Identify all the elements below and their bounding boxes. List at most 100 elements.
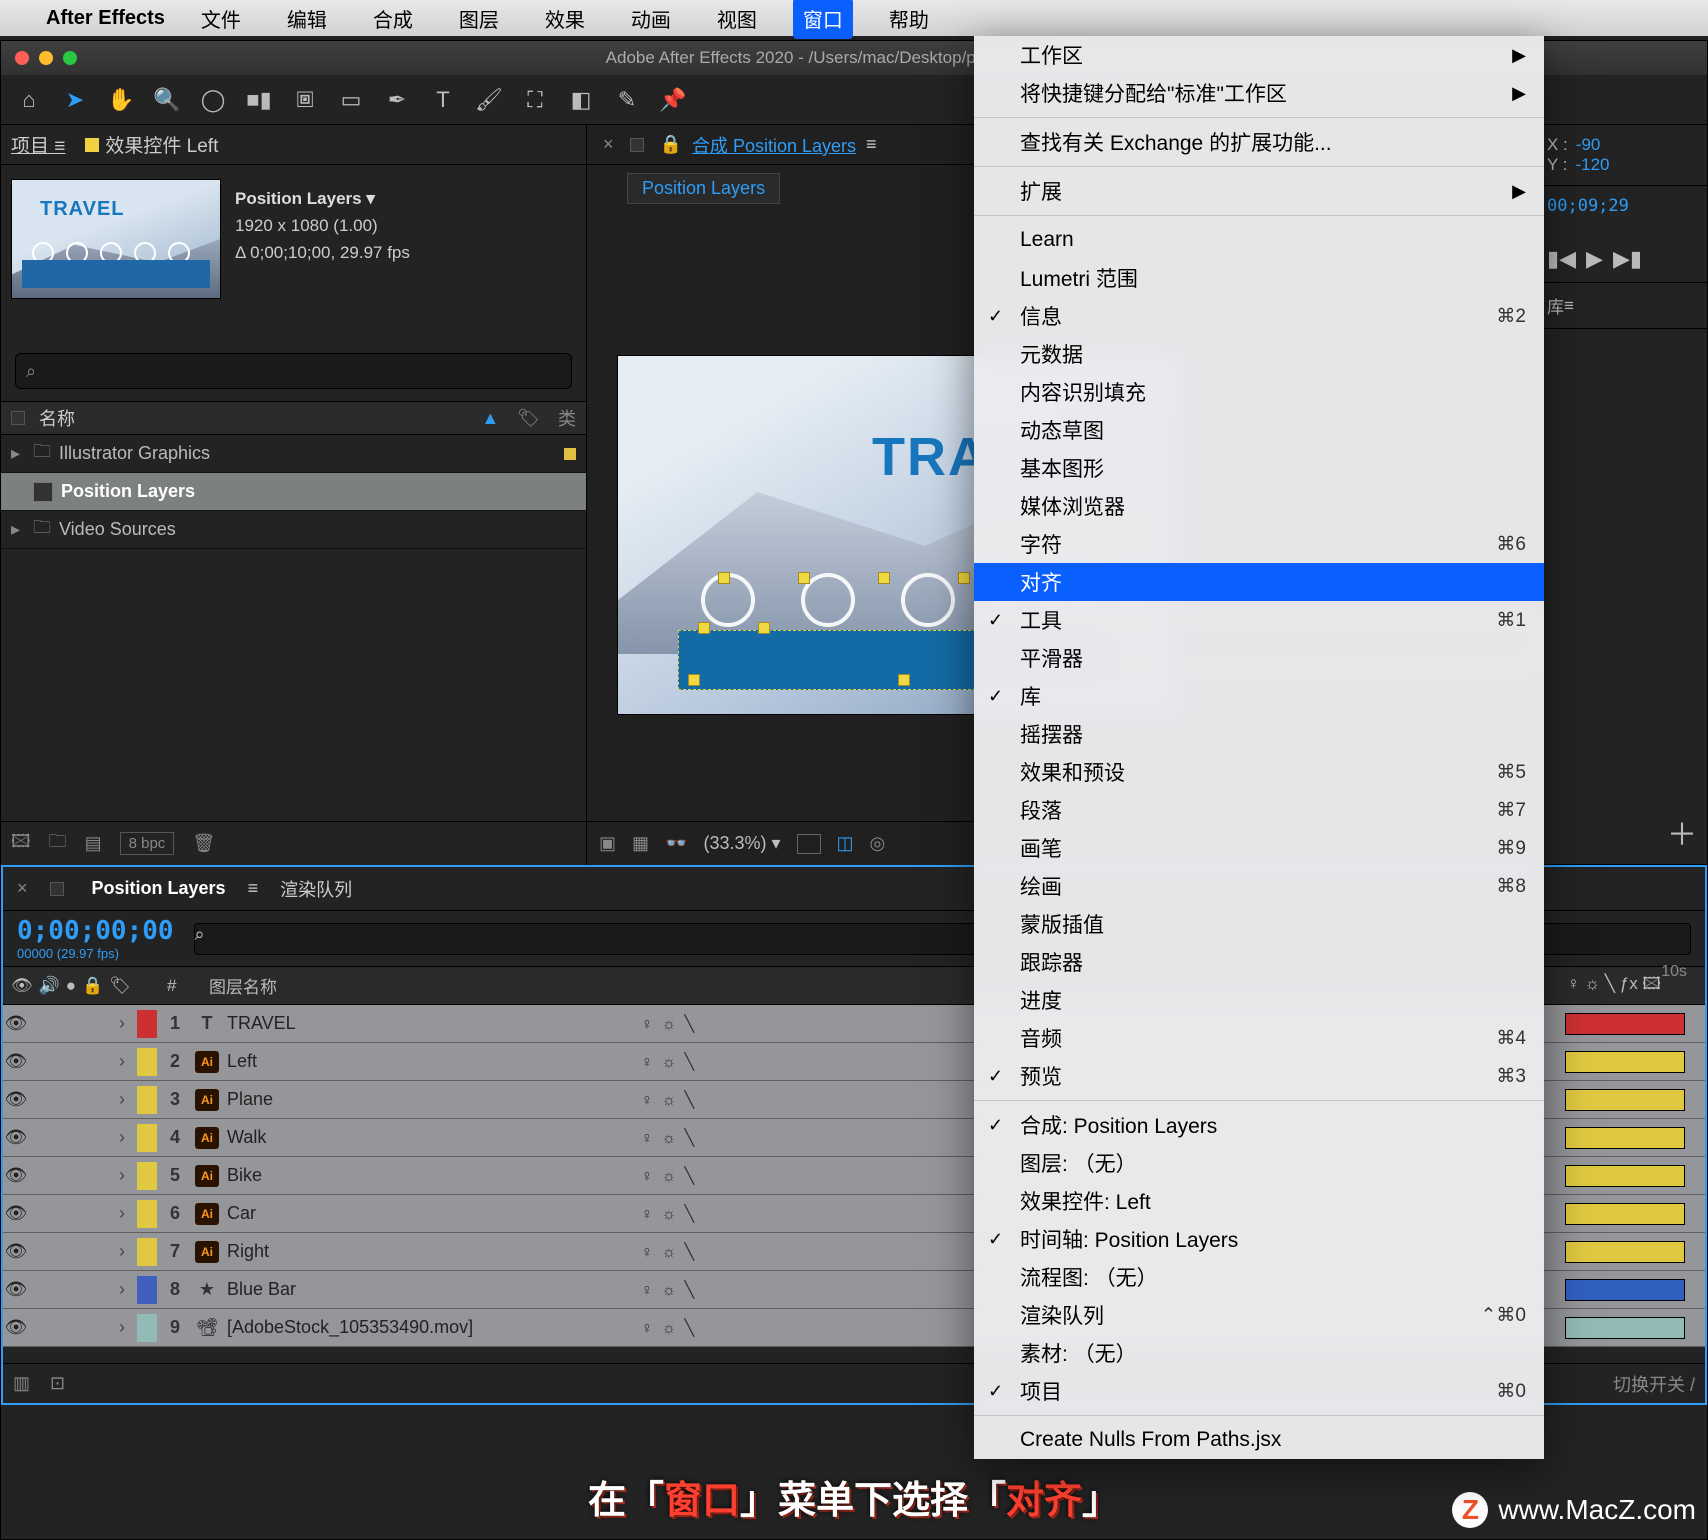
current-timecode[interactable]: 0;00;00;00 00000 (29.97 fps) — [17, 916, 174, 961]
menu-window[interactable]: 窗口 — [793, 0, 853, 39]
menu-item[interactable]: 平滑器 — [974, 639, 1544, 677]
layer-duration-bar[interactable] — [1565, 1051, 1685, 1073]
layer-color[interactable] — [137, 1162, 157, 1190]
visibility-toggle[interactable]: 👁 — [3, 1051, 29, 1072]
interpret-icon[interactable]: 🖾 — [11, 829, 31, 859]
menu-item[interactable]: ✓合成: Position Layers — [974, 1106, 1544, 1144]
twisty-icon[interactable]: ▸ — [11, 443, 25, 464]
layer-duration-bar[interactable] — [1565, 1013, 1685, 1035]
twisty-icon[interactable]: › — [107, 1241, 137, 1262]
prev-frame-icon[interactable]: ▮◀ — [1547, 246, 1576, 272]
menu-item[interactable]: Lumetri 范围 — [974, 259, 1544, 297]
app-name[interactable]: After Effects — [46, 7, 165, 30]
layer-switches[interactable]: ♀ ☼ ╲ — [641, 1052, 821, 1072]
menu-item[interactable]: 媒体浏览器 — [974, 487, 1544, 525]
layer-name[interactable]: [AdobeStock_105353490.mov] — [221, 1317, 641, 1338]
mask-icon[interactable]: 👓 — [665, 833, 687, 854]
menu-layer[interactable]: 图层 — [449, 0, 509, 39]
menu-view[interactable]: 视图 — [707, 0, 767, 39]
viewer-tab-label[interactable]: 合成 Position Layers — [692, 132, 856, 158]
menu-item[interactable]: ✓时间轴: Position Layers — [974, 1220, 1544, 1258]
hand-tool-icon[interactable]: ✋ — [107, 86, 135, 114]
puppet-tool-icon[interactable]: 📌 — [659, 86, 687, 114]
clone-stamp-tool-icon[interactable]: ⛶ — [521, 86, 549, 114]
layer-color[interactable] — [137, 1314, 157, 1342]
visibility-toggle[interactable]: 👁 — [3, 1241, 29, 1262]
menu-item[interactable]: 将快捷键分配给"标准"工作区▶ — [974, 74, 1544, 112]
effect-controls-tab[interactable]: 效果控件 Left — [85, 131, 218, 158]
layer-switches[interactable]: ♀ ☼ ╲ — [641, 1090, 821, 1110]
layer-color[interactable] — [137, 1124, 157, 1152]
menu-item[interactable]: 段落⌘7 — [974, 791, 1544, 829]
target-icon[interactable]: ◎ — [870, 833, 886, 854]
time-ruler[interactable]: 10s — [1525, 947, 1705, 997]
pen-tool-icon[interactable]: ✒ — [383, 86, 411, 114]
menu-item[interactable]: ✓库 — [974, 677, 1544, 715]
twisty-icon[interactable]: › — [107, 1165, 137, 1186]
twisty-icon[interactable]: ▸ — [11, 519, 25, 540]
twisty-icon[interactable]: › — [107, 1051, 137, 1072]
layer-name[interactable]: Car — [221, 1203, 641, 1224]
layer-color[interactable] — [137, 1086, 157, 1114]
twisty-icon[interactable]: › — [107, 1013, 137, 1034]
close-button[interactable] — [15, 51, 29, 65]
layer-name[interactable]: Right — [221, 1241, 641, 1262]
layer-switches[interactable]: ♀ ☼ ╲ — [641, 1014, 821, 1034]
composition-thumbnail[interactable]: TRAVEL — [11, 179, 221, 299]
menu-item[interactable]: 工作区▶ — [974, 36, 1544, 74]
menu-item[interactable]: 音频⌘4 — [974, 1019, 1544, 1057]
visibility-toggle[interactable]: 👁 — [3, 1165, 29, 1186]
menu-item[interactable]: 渲染队列⌃⌘0 — [974, 1296, 1544, 1334]
sort-arrow-icon[interactable]: ▲ — [481, 408, 499, 429]
toggle-switches-modes[interactable]: 切换开关 / — [1613, 1371, 1695, 1397]
layer-duration-bar[interactable] — [1565, 1165, 1685, 1187]
visibility-toggle[interactable]: 👁 — [3, 1127, 29, 1148]
layer-name[interactable]: Left — [221, 1051, 641, 1072]
menu-item[interactable]: ✓项目⌘0 — [974, 1372, 1544, 1410]
menu-edit[interactable]: 编辑 — [277, 0, 337, 39]
add-icon[interactable]: ＋ — [1667, 810, 1697, 854]
menu-item[interactable]: 效果和预设⌘5 — [974, 753, 1544, 791]
layer-color[interactable] — [137, 1200, 157, 1228]
roto-tool-icon[interactable]: ✎ — [613, 86, 641, 114]
layer-switches[interactable]: ♀ ☼ ╲ — [641, 1318, 821, 1338]
layer-switches[interactable]: ♀ ☼ ╲ — [641, 1166, 821, 1186]
new-comp-icon[interactable]: ▤ — [85, 833, 102, 854]
menu-item[interactable]: 画笔⌘9 — [974, 829, 1544, 867]
menu-item[interactable]: 进度 — [974, 981, 1544, 1019]
play-icon[interactable]: ▶ — [1586, 246, 1603, 272]
resolution-icon[interactable]: ▣ — [599, 833, 616, 854]
menu-item[interactable]: ✓预览⌘3 — [974, 1057, 1544, 1095]
trash-icon[interactable]: 🗑 — [192, 833, 215, 854]
layer-switches[interactable]: ♀ ☼ ╲ — [641, 1280, 821, 1300]
visibility-toggle[interactable]: 👁 — [3, 1317, 29, 1338]
zoom-button[interactable] — [63, 51, 77, 65]
layer-name[interactable]: Walk — [221, 1127, 641, 1148]
flowchart-breadcrumb[interactable]: Position Layers — [627, 173, 780, 204]
menu-item[interactable]: 绘画⌘8 — [974, 867, 1544, 905]
layer-color[interactable] — [137, 1010, 157, 1038]
twisty-icon[interactable]: › — [107, 1279, 137, 1300]
pan-behind-tool-icon[interactable]: 🞖 — [291, 86, 319, 114]
project-list-header[interactable]: 名称 ▲ 🏷 类 — [1, 401, 586, 435]
zoom-level[interactable]: (33.3%) ▾ — [703, 833, 780, 854]
visibility-toggle[interactable]: 👁 — [3, 1203, 29, 1224]
project-tab[interactable]: 项目 ≡ — [11, 131, 65, 158]
menu-item[interactable]: 元数据 — [974, 335, 1544, 373]
shape-tool-icon[interactable]: ▭ — [337, 86, 365, 114]
menu-item[interactable]: 查找有关 Exchange 的扩展功能... — [974, 123, 1544, 161]
layer-color[interactable] — [137, 1276, 157, 1304]
menu-item[interactable]: 扩展▶ — [974, 172, 1544, 210]
twisty-icon[interactable]: › — [107, 1089, 137, 1110]
visibility-toggle[interactable]: 👁 — [3, 1279, 29, 1300]
orbit-tool-icon[interactable]: ◯ — [199, 86, 227, 114]
roi-icon[interactable] — [797, 834, 821, 854]
menu-item[interactable]: 蒙版插值 — [974, 905, 1544, 943]
eraser-tool-icon[interactable]: ◧ — [567, 86, 595, 114]
menu-effect[interactable]: 效果 — [535, 0, 595, 39]
menu-item[interactable]: 字符⌘6 — [974, 525, 1544, 563]
project-row-folder-2[interactable]: ▸ 🗀 Video Sources — [1, 511, 586, 549]
menu-item[interactable]: 基本图形 — [974, 449, 1544, 487]
next-frame-icon[interactable]: ▶▮ — [1613, 246, 1642, 272]
menu-item[interactable]: Create Nulls From Paths.jsx — [974, 1421, 1544, 1459]
